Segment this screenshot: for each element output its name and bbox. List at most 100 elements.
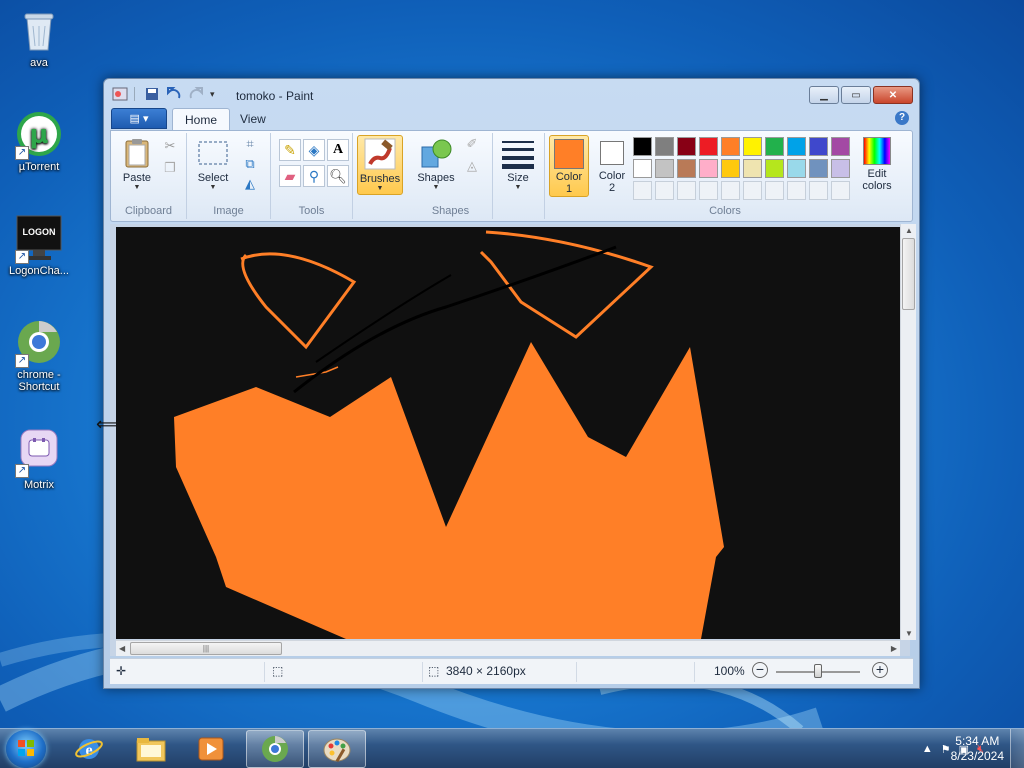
palette-swatch-empty[interactable] (633, 181, 652, 200)
palette-swatch[interactable] (655, 159, 674, 178)
scroll-down-arrow-icon[interactable]: ▼ (905, 629, 913, 638)
palette-swatch[interactable] (655, 137, 674, 156)
tab-home[interactable]: Home (172, 108, 231, 130)
zoom-slider-thumb[interactable] (814, 664, 822, 678)
customize-qat-icon[interactable]: ▾ (210, 87, 226, 101)
paint-window: ▾ tomoko - Paint ▁ ▭ ✕ ▤ ▾ Home View ? P… (103, 78, 920, 689)
vertical-scroll-thumb[interactable] (902, 238, 915, 310)
show-desktop-button[interactable] (1010, 729, 1024, 768)
taskbar-media-player[interactable] (182, 730, 240, 768)
taskbar-paint[interactable] (308, 730, 366, 768)
palette-swatch[interactable] (809, 137, 828, 156)
paint-menu-button[interactable]: ▤ ▾ (111, 108, 167, 129)
palette-swatch[interactable] (765, 137, 784, 156)
start-button[interactable] (6, 730, 46, 768)
palette-swatch[interactable] (677, 137, 696, 156)
palette-swatch-empty[interactable] (721, 181, 740, 200)
palette-swatch[interactable] (721, 159, 740, 178)
select-button[interactable]: Select ▼ (191, 137, 235, 191)
palette-swatch-empty[interactable] (765, 181, 784, 200)
color1-button[interactable]: Color 1 (549, 135, 589, 197)
size-button[interactable]: Size ▼ (499, 137, 537, 191)
edit-colors-button[interactable]: Edit colors (855, 137, 899, 192)
select-label: Select (197, 172, 229, 184)
help-icon[interactable]: ? (895, 111, 909, 125)
taskbar-file-explorer[interactable] (122, 730, 180, 768)
desktop-icon-chrome[interactable]: ↗ chrome - Shortcut (1, 318, 77, 393)
palette-swatch-empty[interactable] (677, 181, 696, 200)
palette-swatch-empty[interactable] (787, 181, 806, 200)
action-center-flag-icon[interactable]: ⚑ (941, 743, 951, 756)
scroll-right-arrow-icon[interactable]: ▶ (891, 644, 897, 653)
color-picker-icon[interactable]: ⚲ (303, 165, 325, 187)
palette-swatch[interactable] (721, 137, 740, 156)
crop-icon[interactable]: ⌗ (241, 135, 259, 153)
taskbar-internet-explorer[interactable]: e (60, 730, 118, 768)
horizontal-scroll-thumb[interactable]: ||| (130, 642, 282, 655)
palette-swatch[interactable] (787, 159, 806, 178)
palette-swatch-empty[interactable] (809, 181, 828, 200)
palette-swatch[interactable] (633, 159, 652, 178)
palette-swatch[interactable] (699, 159, 718, 178)
copy-icon[interactable]: ❐ (161, 159, 179, 177)
status-separator (694, 662, 695, 682)
palette-swatch[interactable] (809, 159, 828, 178)
palette-swatch[interactable] (831, 159, 850, 178)
utorrent-icon: µ ↗ (15, 110, 63, 160)
system-clock[interactable]: 5:34 AM 8/23/2024 (951, 734, 1004, 764)
shapes-button[interactable]: Shapes ▼ (413, 137, 459, 191)
horizontal-scrollbar[interactable]: ◀ ||| ▶ (116, 640, 900, 656)
brushes-button[interactable]: Brushes ▼ (357, 135, 403, 195)
outline-icon[interactable]: ✐ (463, 135, 481, 153)
desktop-icon-motrix[interactable]: ↗ Motrix (1, 428, 77, 491)
zoom-out-button[interactable]: − (752, 662, 768, 678)
maximize-button[interactable]: ▭ (841, 86, 871, 104)
vertical-scrollbar[interactable]: ▲ ▼ (900, 224, 916, 640)
palette-swatch[interactable] (633, 137, 652, 156)
title-bar[interactable]: ▾ tomoko - Paint ▁ ▭ ✕ (104, 79, 919, 107)
palette-swatch[interactable] (765, 159, 784, 178)
drawing-canvas[interactable] (116, 227, 900, 639)
desktop-icon-utorrent[interactable]: µ ↗ µTorrent (1, 110, 77, 173)
quick-access-toolbar: ▾ (112, 87, 226, 101)
palette-swatch-empty[interactable] (831, 181, 850, 200)
palette-swatch[interactable] (787, 137, 806, 156)
palette-swatch-empty[interactable] (655, 181, 674, 200)
palette-swatch[interactable] (699, 137, 718, 156)
color2-swatch (600, 141, 624, 165)
text-tool-icon[interactable]: A (327, 139, 349, 161)
pencil-icon[interactable]: ✎ (279, 139, 301, 161)
taskbar-chrome[interactable] (246, 730, 304, 768)
rotate-icon[interactable]: ◭ (241, 175, 259, 193)
zoom-in-button[interactable]: + (872, 662, 888, 678)
shape-fill-icon[interactable]: ◬ (463, 157, 481, 175)
palette-swatch[interactable] (743, 159, 762, 178)
palette-swatch-empty[interactable] (699, 181, 718, 200)
status-separator (422, 662, 423, 682)
redo-icon[interactable] (188, 87, 204, 101)
paint-app-icon[interactable] (112, 87, 128, 101)
palette-swatch[interactable] (743, 137, 762, 156)
color1-label: Color (555, 171, 583, 183)
close-button[interactable]: ✕ (873, 86, 913, 104)
color2-button[interactable]: Color 2 (593, 135, 631, 194)
show-hidden-icons-icon[interactable]: ▲ (922, 743, 933, 755)
tab-view[interactable]: View (228, 108, 278, 130)
save-icon[interactable] (144, 87, 160, 101)
scroll-up-arrow-icon[interactable]: ▲ (905, 226, 913, 235)
scroll-left-arrow-icon[interactable]: ◀ (119, 644, 125, 653)
fill-bucket-icon[interactable]: ◈ (303, 139, 325, 161)
desktop-icon-logonchanger[interactable]: LOGON ↗ LogonCha... (1, 214, 77, 277)
palette-swatch-empty[interactable] (743, 181, 762, 200)
cut-icon[interactable]: ✂ (161, 137, 179, 155)
undo-icon[interactable] (166, 87, 182, 101)
resize-icon[interactable]: ⧉ (241, 155, 259, 173)
paste-button[interactable]: Paste ▼ (117, 137, 157, 191)
eraser-icon[interactable]: ▰ (279, 165, 301, 187)
desktop-icon-recycle-bin[interactable]: ava (1, 6, 77, 69)
taskbar: e ▲ ⚑ ▣ 🔇︎ 5:34 AM 8/23/2024 (0, 728, 1024, 768)
magnifier-icon[interactable]: 🔍︎ (327, 165, 349, 187)
palette-swatch[interactable] (831, 137, 850, 156)
minimize-button[interactable]: ▁ (809, 86, 839, 104)
palette-swatch[interactable] (677, 159, 696, 178)
